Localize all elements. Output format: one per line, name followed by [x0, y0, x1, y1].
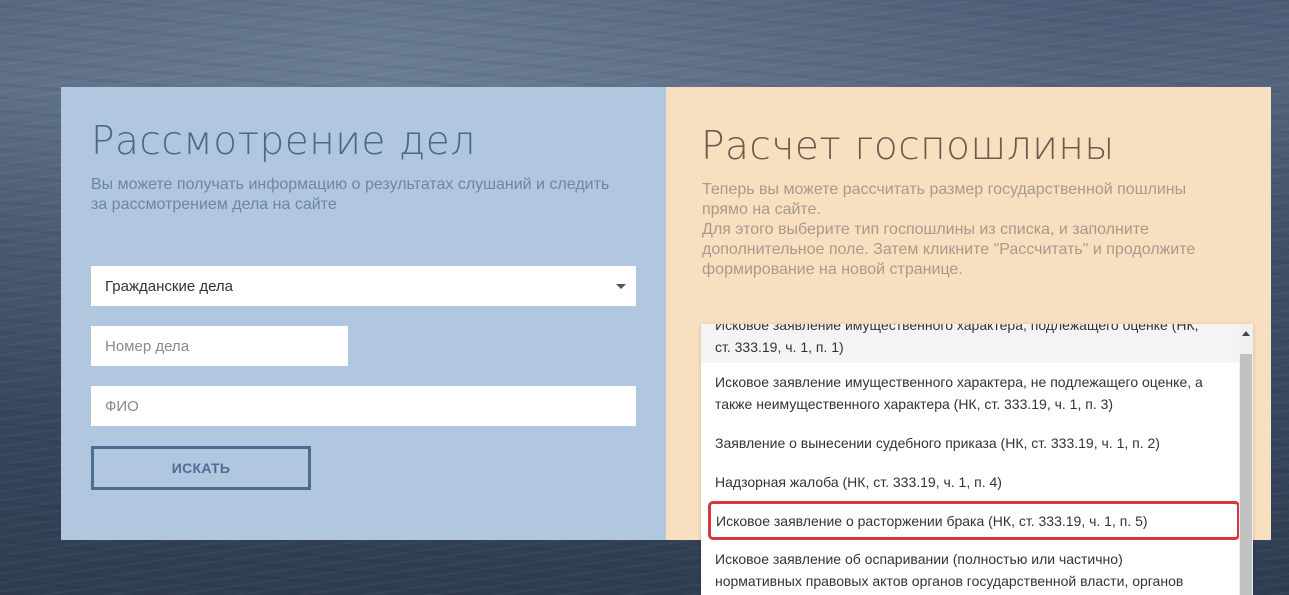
case-type-select[interactable]: Гражданские дела — [91, 266, 636, 306]
chevron-down-icon — [616, 283, 626, 289]
scroll-thumb[interactable] — [1240, 354, 1252, 595]
search-button[interactable]: ИСКАТЬ — [91, 446, 311, 490]
dropdown-scrollbar[interactable] — [1239, 324, 1253, 595]
fee-type-option[interactable]: Надзорная жалоба (НК, ст. 333.19, ч. 1, … — [701, 462, 1239, 501]
fee-type-option[interactable]: Заявление о вынесении судебного приказа … — [701, 423, 1239, 462]
case-number-input[interactable] — [91, 326, 348, 366]
case-review-panel: Рассмотрение дел Вы можете получать инфо… — [61, 87, 666, 540]
fee-calc-title: Расчет госпошлины — [701, 124, 1115, 169]
scroll-up-arrow-icon[interactable] — [1242, 331, 1250, 336]
fee-type-option[interactable]: Исковое заявление имущественного характе… — [701, 324, 1239, 363]
fee-type-option[interactable]: Исковое заявление об оспаривании (полнос… — [701, 540, 1239, 595]
fee-type-option-highlighted[interactable]: Исковое заявление о расторжении брака (Н… — [708, 501, 1240, 540]
case-type-value: Гражданские дела — [105, 277, 234, 295]
case-review-title: Рассмотрение дел — [91, 119, 476, 164]
case-review-subtitle: Вы можете получать информацию о результа… — [91, 176, 610, 213]
fee-type-option[interactable]: Исковое заявление имущественного характе… — [701, 363, 1239, 423]
fee-calc-description: Теперь вы можете рассчитать размер госуд… — [702, 181, 1196, 278]
fio-input[interactable] — [91, 386, 636, 426]
fee-type-options: Исковое заявление имущественного характе… — [701, 324, 1240, 595]
fee-type-dropdown-list[interactable]: Исковое заявление имущественного характе… — [701, 324, 1253, 595]
